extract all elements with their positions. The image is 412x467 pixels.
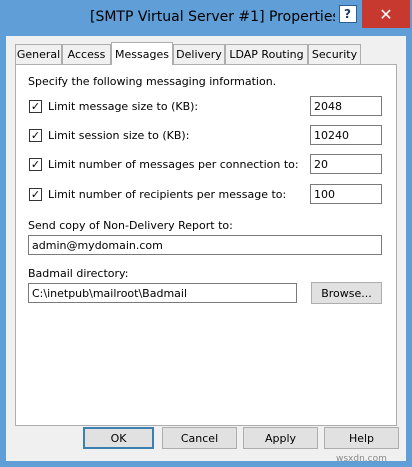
badmail-label: Badmail directory: (28, 267, 129, 280)
help-button[interactable]: Help (324, 427, 399, 449)
badmail-directory-input[interactable] (28, 283, 297, 303)
question-mark-icon: ? (338, 5, 357, 23)
messages-per-connection-input[interactable] (310, 154, 382, 174)
watermark-text: wsxdn.com (336, 454, 387, 464)
tab-delivery[interactable]: Delivery (173, 44, 225, 64)
close-button[interactable]: ✕ (362, 0, 410, 28)
limit-message-size-checkbox[interactable]: ✓ (29, 100, 42, 113)
close-icon: ✕ (379, 4, 393, 24)
browse-button[interactable]: Browse... (311, 282, 382, 304)
title-help-button[interactable]: ? (335, 0, 360, 28)
intro-text: Specify the following messaging informat… (28, 75, 277, 88)
limit-message-size-label: Limit message size to (KB): (48, 100, 199, 113)
window-title: [SMTP Virtual Server #1] Properties (90, 9, 340, 25)
tab-general[interactable]: General (15, 44, 62, 64)
ok-button[interactable]: OK (83, 427, 154, 449)
limit-messages-per-connection-checkbox[interactable]: ✓ (29, 158, 42, 171)
tab-security[interactable]: Security (308, 44, 361, 64)
limit-session-size-label: Limit session size to (KB): (48, 129, 190, 142)
limit-messages-per-connection-label: Limit number of messages per connection … (48, 158, 299, 171)
recipients-per-message-input[interactable] (310, 184, 382, 204)
session-size-input[interactable] (310, 125, 382, 145)
ndr-label: Send copy of Non-Delivery Report to: (28, 219, 233, 232)
tab-ldap-routing[interactable]: LDAP Routing (225, 44, 308, 64)
cancel-button[interactable]: Cancel (162, 427, 237, 449)
dialog-client-area: General Access Messages Delivery LDAP Ro… (6, 36, 406, 464)
title-bar[interactable]: [SMTP Virtual Server #1] Properties ? ✕ (0, 0, 412, 36)
message-size-input[interactable] (310, 96, 382, 116)
properties-dialog: [SMTP Virtual Server #1] Properties ? ✕ … (0, 0, 412, 467)
ndr-email-input[interactable] (28, 235, 382, 255)
tab-messages[interactable]: Messages (111, 42, 173, 65)
limit-recipients-per-message-checkbox[interactable]: ✓ (29, 188, 42, 201)
limit-session-size-checkbox[interactable]: ✓ (29, 129, 42, 142)
apply-button[interactable]: Apply (243, 427, 318, 449)
limit-recipients-per-message-label: Limit number of recipients per message t… (48, 188, 287, 201)
messages-tab-panel: Specify the following messaging informat… (15, 64, 397, 426)
tab-access[interactable]: Access (62, 44, 111, 64)
